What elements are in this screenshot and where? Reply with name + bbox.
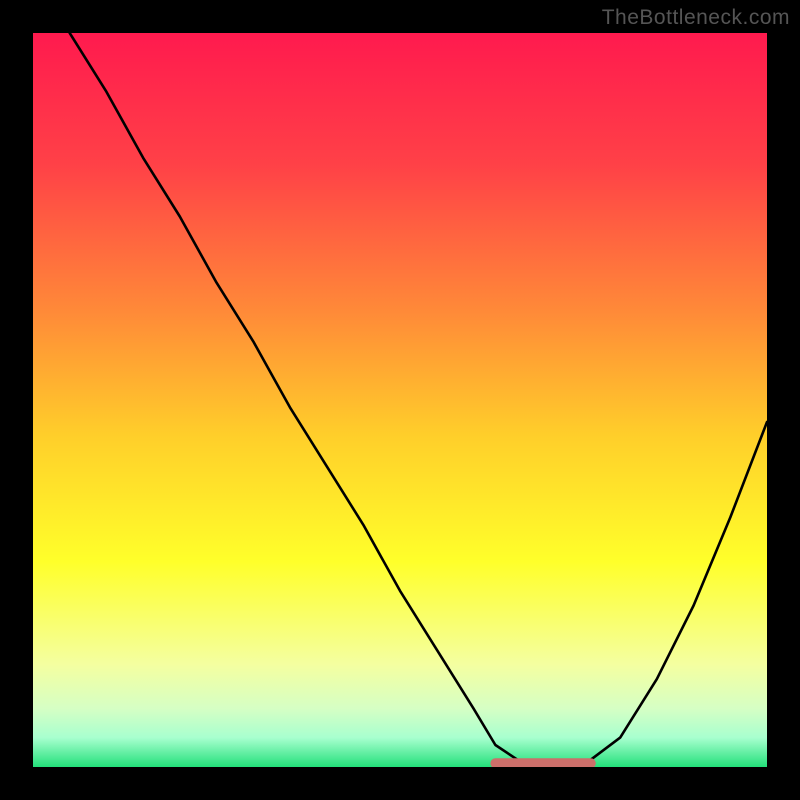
chart-svg (33, 33, 767, 767)
plot-area (33, 33, 767, 767)
chart-frame: TheBottleneck.com (0, 0, 800, 800)
gradient-backdrop (33, 33, 767, 767)
watermark-text: TheBottleneck.com (602, 6, 790, 30)
